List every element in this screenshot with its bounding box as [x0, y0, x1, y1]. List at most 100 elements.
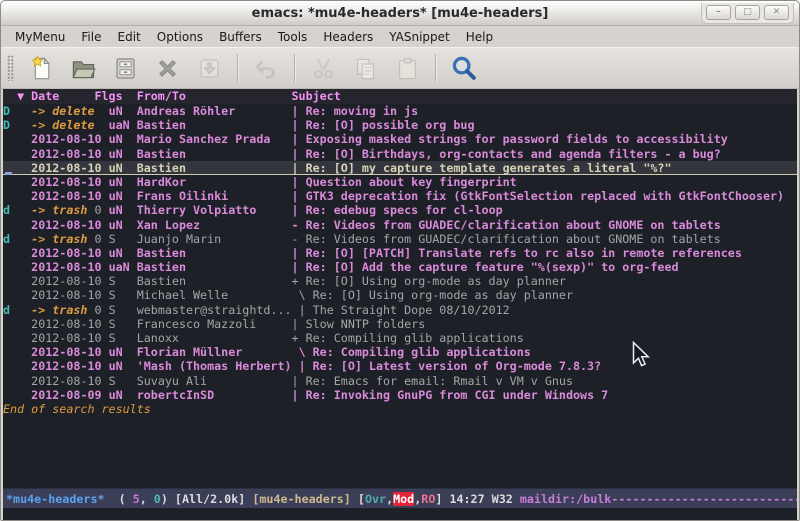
row-segment: 2012-08-10 — [31, 288, 108, 302]
row-segment: Andreas Röhler — [137, 104, 292, 118]
menubar: MyMenuFileEditOptionsBuffersToolsHeaders… — [1, 26, 799, 47]
minimize-button[interactable]: – — [706, 5, 731, 20]
message-row[interactable]: 2012-08-10 uN Xan Lopez - Re: Videos fro… — [3, 218, 797, 232]
message-row[interactable]: 2012-08-10 uN Florian Müllner \ Re: Comp… — [3, 345, 797, 359]
row-segment: -> delete — [31, 118, 108, 132]
message-row[interactable]: 2012-08-10 uN Mario Sanchez Prada | Expo… — [3, 132, 797, 146]
row-segment: S — [109, 331, 137, 345]
row-segment: uN — [109, 388, 137, 402]
message-row[interactable]: d -> trash 0 uN Thierry Volpiatto | Re: … — [3, 203, 797, 217]
message-row[interactable]: 2012-08-09 uN robertcInSD | Re: Invoking… — [3, 388, 797, 402]
toolbar-button-search[interactable] — [447, 52, 481, 84]
message-row[interactable]: 2012-08-10 uN Bastien | Re: [O] Birthday… — [3, 147, 797, 161]
row-segment — [3, 359, 31, 373]
row-segment: 2012-08-10 — [31, 147, 108, 161]
message-row[interactable]: 2012-08-10 S Bastien + Re: [O] Using org… — [3, 274, 797, 288]
message-row[interactable]: 2012-08-10 S Suvayu Ali | Re: Emacs for … — [3, 374, 797, 388]
modeline[interactable]: *mu4e-headers* ( 5, 0) [All/2.0k] [mu4e-… — [3, 488, 797, 508]
menu-item-file[interactable]: File — [73, 28, 109, 46]
modeline-buffer-name: *mu4e-headers* — [6, 492, 105, 506]
modeline-overwrite-indicator: Ovr — [365, 492, 386, 506]
row-segment — [3, 345, 31, 359]
cut-icon — [310, 55, 337, 82]
row-segment: 2012-08-10 — [31, 374, 108, 388]
row-segment — [3, 388, 31, 402]
row-segment: | Re: moving in js — [292, 104, 419, 118]
titlebar[interactable]: emacs: *mu4e-headers* [mu4e-headers] –□✕ — [1, 1, 799, 26]
message-row[interactable]: 2012-08-10 S Michael Welle \ Re: [O] Usi… — [3, 288, 797, 302]
message-row[interactable]: 2012-08-10 uN Frans Oilinki | GTK3 depre… — [3, 189, 797, 203]
message-row[interactable]: d -> trash 0 S Juanjo Marin - Re: Videos… — [3, 232, 797, 246]
row-segment: 2012-08-10 — [31, 189, 108, 203]
row-segment: uN — [109, 104, 137, 118]
menu-item-yasnippet[interactable]: YASnippet — [381, 28, 458, 46]
maximize-button[interactable]: □ — [735, 5, 760, 20]
modeline-maildir: maildir:/bulk — [520, 492, 611, 506]
message-row[interactable]: 2012-08-10 S Francesco Mazzoli | Slow NN… — [3, 317, 797, 331]
row-segment: | Re: [O] Birthdays, org-contacts and ag… — [292, 147, 721, 161]
menu-item-headers[interactable]: Headers — [315, 28, 381, 46]
message-row[interactable]: d -> trash 0 S webmaster@straightd... | … — [3, 303, 797, 317]
message-row[interactable]: 2012-08-10 S Lanoxx + Re: Compiling glib… — [3, 331, 797, 345]
message-row[interactable]: D -> delete uaN Bastien | Re: [O] possib… — [3, 118, 797, 132]
row-segment — [3, 189, 31, 203]
row-segment: | Re: edebug specs for cl-loop — [292, 203, 503, 217]
row-segment: webmaster@straightd... — [137, 303, 299, 317]
row-segment: -> trash — [31, 303, 87, 317]
toolbar-button-new-file[interactable] — [24, 52, 58, 84]
toolbar — [1, 47, 799, 89]
header-line[interactable]: ▼ Date Flgs From/To Subject — [3, 89, 797, 104]
message-row[interactable]: D -> delete uN Andreas Röhler | Re: movi… — [3, 104, 797, 118]
menu-item-tools[interactable]: Tools — [270, 28, 316, 46]
row-segment: | Re: Emacs for email: Rmail v VM v Gnus — [292, 374, 573, 388]
toolbar-button-delete[interactable] — [150, 52, 184, 84]
row-segment: | Re: [O] Add the capture feature "%(sex… — [292, 260, 679, 274]
row-segment: 2012-08-10 — [31, 274, 108, 288]
row-segment — [3, 132, 31, 146]
row-segment: | Re: [O] [PATCH] Translate refs to rc a… — [292, 246, 742, 260]
modeline-position-open: ( — [105, 492, 133, 506]
row-segment: | Question about key fingerprint — [292, 175, 517, 189]
row-segment — [3, 331, 31, 345]
row-segment: S — [109, 232, 137, 246]
modeline-column-number: 0 — [154, 492, 161, 506]
menu-item-options[interactable]: Options — [149, 28, 211, 46]
message-row[interactable]: 2012-08-10 uaN Bastien | Re: [O] Add the… — [3, 260, 797, 274]
menu-item-edit[interactable]: Edit — [110, 28, 149, 46]
row-segment: | Re: [O] possible org bug — [292, 118, 475, 132]
row-segment: 0 — [87, 203, 108, 217]
message-list: D -> delete uN Andreas Röhler | Re: movi… — [3, 104, 797, 402]
menu-item-buffers[interactable]: Buffers — [211, 28, 270, 46]
toolbar-button-open-folder[interactable] — [66, 52, 100, 84]
row-segment: 2012-08-10 — [31, 218, 108, 232]
row-segment: Thierry Volpiatto — [137, 203, 292, 217]
message-row[interactable]: 2012-08-10 uN Bastien | Re: [O] [PATCH] … — [3, 246, 797, 260]
toolbar-button-save[interactable] — [108, 52, 142, 84]
message-row-current[interactable]: 2012-08-10 uN Bastien | Re: [O] my captu… — [3, 161, 797, 175]
save-down-icon — [196, 55, 223, 82]
row-segment: 0 — [87, 303, 108, 317]
row-segment: Bastien — [137, 161, 292, 175]
row-segment: -> trash — [31, 203, 87, 217]
menu-item-help[interactable]: Help — [458, 28, 501, 46]
menu-item-mymenu[interactable]: MyMenu — [7, 28, 73, 46]
row-segment: d — [3, 203, 31, 217]
toolbar-drag-handle[interactable] — [7, 55, 14, 81]
row-segment: Frans Oilinki — [137, 189, 292, 203]
close-button[interactable]: ✕ — [764, 5, 789, 20]
message-row[interactable]: 2012-08-10 uN HardKor | Question about k… — [3, 175, 797, 189]
new-file-icon — [28, 55, 55, 82]
row-segment — [3, 246, 31, 260]
modeline-status-open: [ — [358, 492, 365, 506]
row-segment: 2012-08-10 — [31, 359, 108, 373]
row-segment: uN — [109, 218, 137, 232]
row-segment: | Slow NNTP folders — [292, 317, 426, 331]
row-segment: uN — [109, 175, 137, 189]
toolbar-button-cut — [306, 52, 340, 84]
open-folder-icon — [70, 55, 97, 82]
message-row[interactable]: 2012-08-10 uN 'Mash (Thomas Herbert) | R… — [3, 359, 797, 373]
row-segment: Bastien — [137, 260, 292, 274]
row-segment: robertcInSD — [137, 388, 292, 402]
modeline-line-number: 5 — [133, 492, 140, 506]
row-segment: \ Re: [O] Using org-mode as day planner — [292, 288, 573, 302]
